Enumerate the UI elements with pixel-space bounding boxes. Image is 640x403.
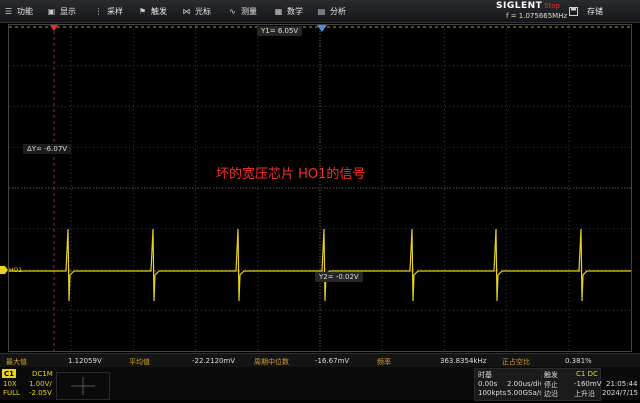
waveform-canvas [9, 25, 631, 351]
frequency-counter: f = 1.075665MHz [506, 12, 568, 20]
trigger-level: -160mV [574, 380, 602, 388]
timebase-memory: 100kpts [478, 389, 507, 397]
measure-value-duty: 0.381% [565, 357, 592, 365]
cursor-icon: ⋈ [182, 6, 191, 16]
measure-value-median: -16.67mV [315, 357, 350, 365]
brand-logo: SIGLENT [496, 1, 543, 11]
trigger-mode: 边沿 [544, 390, 558, 398]
annotation-text: 坏的宽压芯片 HO1的信号 [216, 167, 366, 182]
menu-trigger[interactable]: ⚑ 触发 [138, 0, 167, 22]
measure-label-median: 周期中位数 [254, 358, 289, 366]
y2-cursor-label: Y2= -0.02V [315, 272, 363, 282]
timebase-scale: 2.00us/div [507, 380, 544, 388]
measurement-bar[interactable]: 最大值 1.12059V 平均值 -22.2120mV 周期中位数 -16.67… [0, 353, 640, 367]
trigger-source: C1 DC [576, 370, 598, 378]
menu-cursor[interactable]: ⋈ 光标 [182, 0, 212, 22]
plus-icon [71, 377, 95, 395]
math-icon: ▦ [274, 6, 283, 16]
channel-add-slot[interactable] [56, 372, 110, 400]
save-button[interactable]: 存储 [568, 0, 603, 22]
measure-value-freq: 363.8354kHz [440, 357, 487, 365]
delta-y-label: ΔY= -6.07V [23, 144, 72, 154]
channel1-scale: 1.00V/ [29, 380, 52, 388]
timebase-title: 时基 [478, 371, 492, 379]
timebase-delay: 0.00s [478, 380, 498, 388]
channel1-marker-label: HO1 [9, 266, 23, 274]
menu-display[interactable]: ▣ 显示 [47, 0, 76, 22]
menu-acquire[interactable]: ⋮ 采样 [94, 0, 124, 22]
menu-cursor-label: 光标 [195, 6, 211, 16]
menu-math[interactable]: ▦ 数学 [274, 0, 303, 22]
menu-bar: ☰ 功能 ▣ 显示 ⋮ 采样 ⚑ 触发 ⋈ 光标 ∿ 测量 ▦ 数学 ▤ 分析 SIGLENT … [0, 0, 640, 23]
display-icon: ▣ [47, 6, 56, 16]
timebase-rate: 5.00GSa/s [507, 389, 543, 397]
menu-measure-label: 测量 [241, 6, 257, 16]
measure-icon: ∿ [229, 6, 236, 16]
measure-label-freq: 频率 [377, 358, 391, 366]
trigger-icon: ⚑ [138, 6, 147, 16]
channel1-tag[interactable]: C1 [2, 369, 16, 378]
menu-trigger-label: 触发 [151, 6, 167, 16]
measure-value-mean: -22.2120mV [192, 357, 236, 365]
menu-math-label: 数学 [287, 6, 303, 16]
save-label: 存储 [587, 6, 603, 16]
channel1-level-marker[interactable]: HO1 [0, 266, 22, 274]
menu-function[interactable]: ☰ 功能 [4, 0, 33, 22]
clock-time: 21:05:44 [606, 380, 638, 388]
y1-cursor-label: Y1= 6.05V [257, 26, 303, 36]
cursor-top-marker [50, 25, 58, 31]
acquire-icon: ⋮ [94, 6, 103, 16]
menu-icon: ☰ [4, 6, 13, 16]
measure-label-max: 最大值 [6, 358, 27, 366]
channel1-offset: -2.05V [29, 389, 52, 397]
trigger-title: 触发 [544, 371, 558, 379]
menu-display-label: 显示 [60, 6, 76, 16]
trigger-slope: 上升沿 [574, 390, 595, 398]
run-status[interactable]: Stop [544, 2, 560, 10]
menu-function-label: 功能 [17, 6, 33, 16]
menu-analysis[interactable]: ▤ 分析 [317, 0, 346, 22]
analysis-icon: ▤ [317, 6, 326, 16]
channel1-marker-icon [0, 266, 8, 274]
measure-label-duty: 正占空比 [502, 358, 530, 366]
menu-analysis-label: 分析 [330, 6, 346, 16]
center-axes [9, 25, 631, 351]
channel1-bandwidth: FULL [3, 389, 20, 397]
measure-label-mean: 平均值 [129, 358, 150, 366]
save-icon [568, 6, 578, 16]
measure-value-max: 1.12059V [68, 357, 102, 365]
waveform-display[interactable]: Y1= 6.05V ΔY= -6.07V Y2= -0.02V [8, 24, 632, 352]
menu-measure[interactable]: ∿ 测量 [228, 0, 257, 22]
trigger-position-marker [317, 25, 327, 32]
menu-acquire-label: 采样 [107, 6, 123, 16]
clock-date: 2024/7/15 [602, 389, 638, 397]
channel1-coupling: DC1M [32, 370, 53, 378]
channel1-probe: 10X [3, 380, 17, 388]
status-area: C1 DC1M 10X 1.00V/ FULL -2.05V 时基 0.00s … [0, 367, 640, 401]
